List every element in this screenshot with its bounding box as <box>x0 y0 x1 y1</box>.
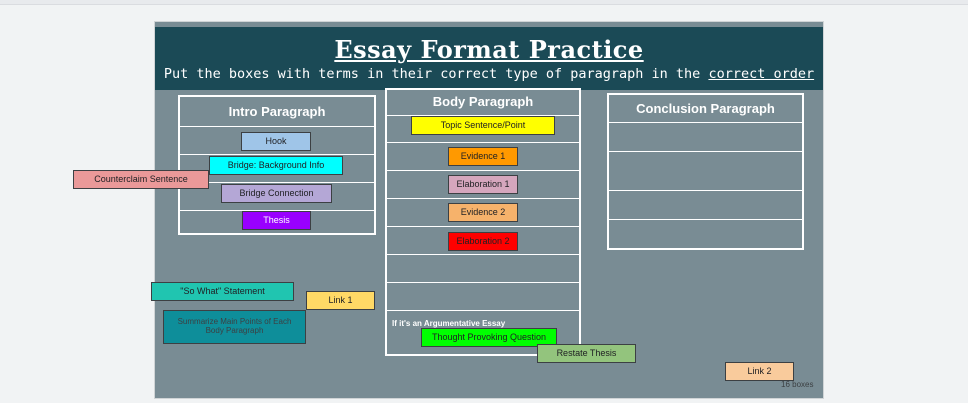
so-what-box[interactable]: "So What" Statement <box>151 282 294 301</box>
restate-thesis-box[interactable]: Restate Thesis <box>537 344 636 363</box>
bridge-background-box[interactable]: Bridge: Background Info <box>209 156 343 175</box>
body-row-divider <box>386 198 580 199</box>
elaboration-2-box[interactable]: Elaboration 2 <box>448 232 518 251</box>
thesis-box[interactable]: Thesis <box>242 211 311 230</box>
link-1-box[interactable]: Link 1 <box>306 291 375 310</box>
conclusion-row-divider <box>608 122 803 123</box>
conclusion-row-divider <box>608 219 803 220</box>
instructions: Put the boxes with terms in their correc… <box>155 66 823 82</box>
bridge-connection-box[interactable]: Bridge Connection <box>221 184 332 203</box>
intro-row-divider <box>179 154 375 155</box>
argumentative-note: If it's an Argumentative Essay <box>392 319 506 328</box>
instructions-emphasis: correct order <box>708 66 815 82</box>
summarize-box[interactable]: Summarize Main Points of Each Body Parag… <box>163 310 306 344</box>
conclusion-paragraph-header: Conclusion Paragraph <box>636 101 775 116</box>
toolbar-strip <box>0 0 968 5</box>
counterclaim-box[interactable]: Counterclaim Sentence <box>73 170 209 189</box>
body-row-divider <box>386 310 580 311</box>
conclusion-row-divider <box>608 151 803 152</box>
body-row-divider <box>386 226 580 227</box>
body-row-divider <box>386 282 580 283</box>
body-row-divider <box>386 170 580 171</box>
hook-box[interactable]: Hook <box>241 132 311 151</box>
page-title: Essay Format Practice <box>334 35 644 64</box>
body-paragraph-header: Body Paragraph <box>432 94 534 109</box>
evidence-2-box[interactable]: Evidence 2 <box>448 203 518 222</box>
link-2-box[interactable]: Link 2 <box>725 362 794 381</box>
topic-sentence-box[interactable]: Topic Sentence/Point <box>411 116 555 135</box>
body-row-divider <box>386 254 580 255</box>
conclusion-paragraph-table <box>607 93 804 250</box>
conclusion-row-divider <box>608 190 803 191</box>
evidence-1-box[interactable]: Evidence 1 <box>448 147 518 166</box>
instructions-text: Put the boxes with terms in their correc… <box>163 66 709 82</box>
elaboration-1-box[interactable]: Elaboration 1 <box>448 175 518 194</box>
box-count: 16 boxes <box>781 380 814 389</box>
body-row-divider <box>386 142 580 143</box>
intro-row-divider <box>179 126 375 127</box>
intro-paragraph-header: Intro Paragraph <box>228 104 326 119</box>
